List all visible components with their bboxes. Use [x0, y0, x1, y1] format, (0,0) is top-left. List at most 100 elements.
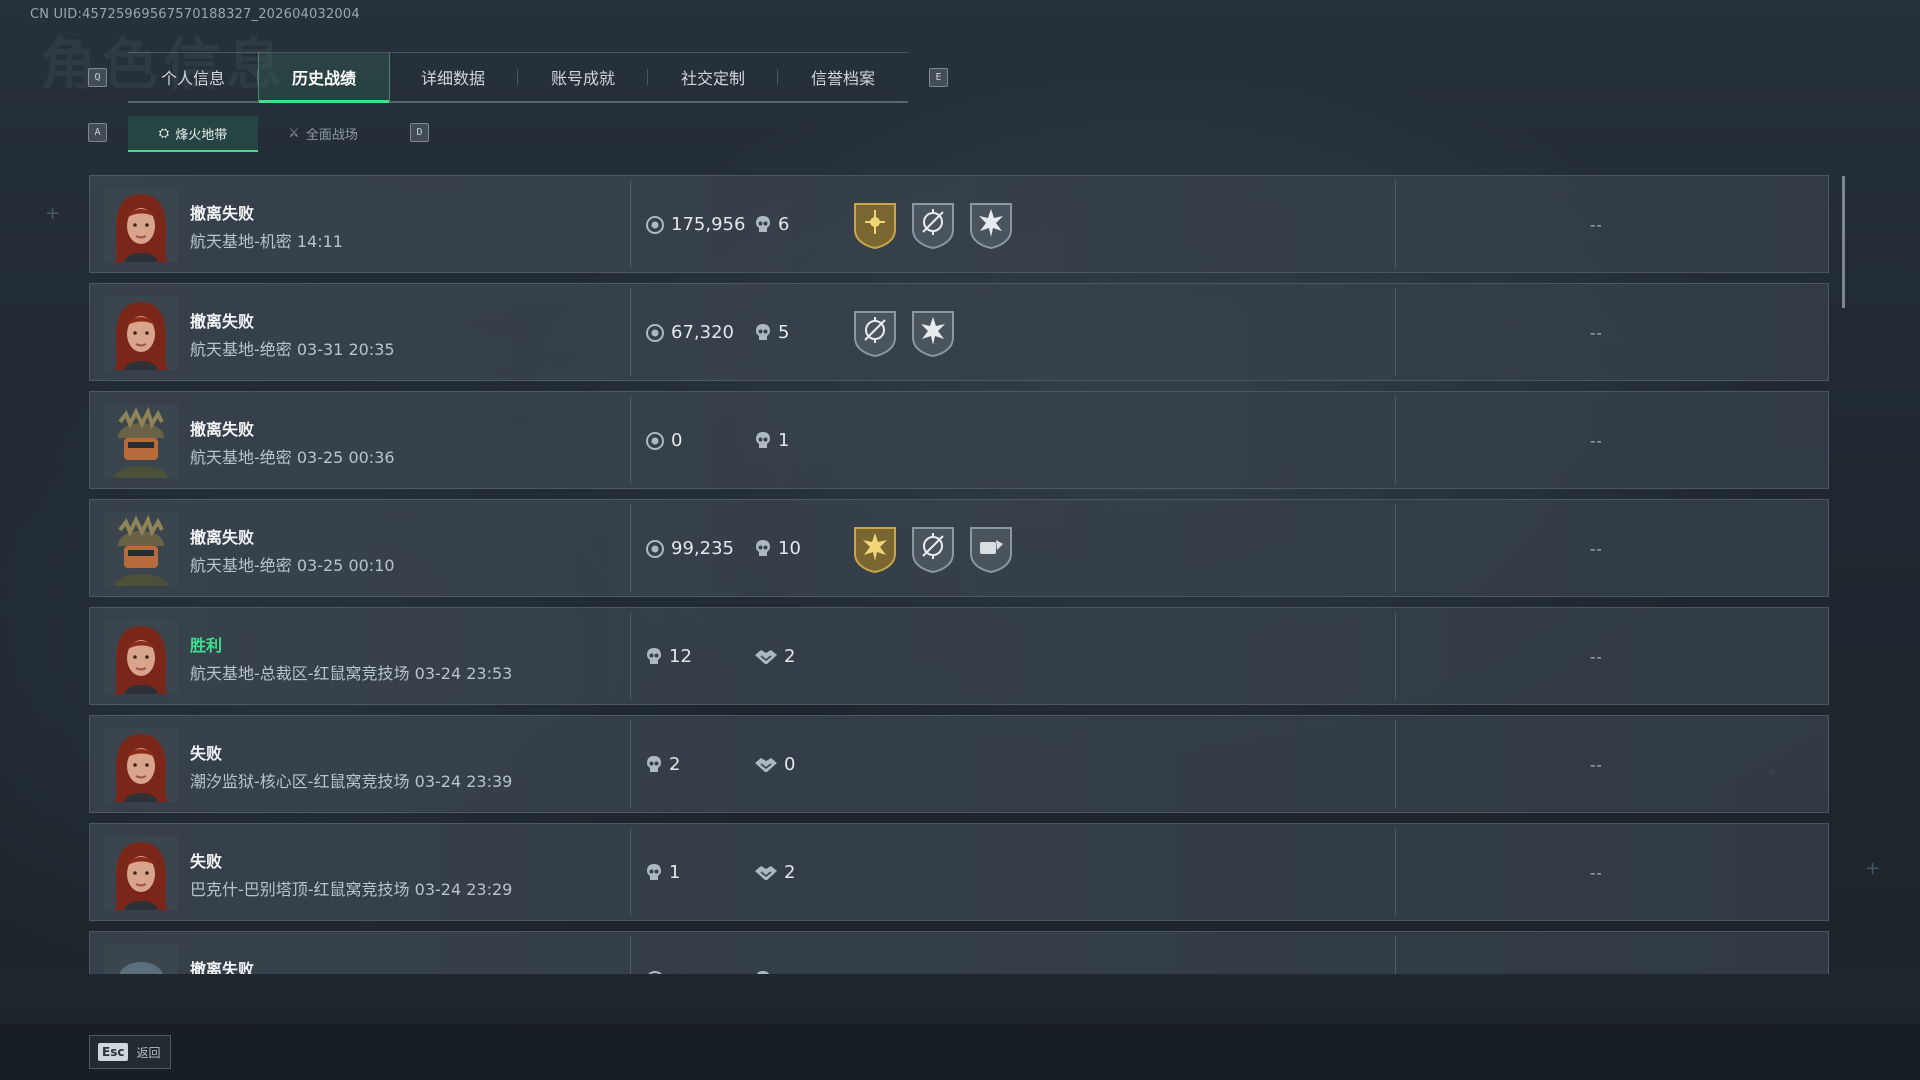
match-stat-secondary: 2: [754, 862, 795, 883]
match-map-time: 航天基地-机密 14:11: [190, 232, 343, 251]
match-stat-primary: 175,956: [645, 214, 745, 235]
avatar-helmet-soldier: [104, 512, 178, 586]
match-row[interactable]: 失败 潮汐监狱-核心区-红鼠窝竞技场 03-24 23:39 2 0 --: [89, 715, 1829, 813]
footer-bar: [0, 1024, 1920, 1080]
kill-icon: [645, 863, 663, 883]
money-icon: [645, 539, 665, 559]
avatar-female-red-hair: [104, 188, 178, 262]
match-stat-secondary: 2: [754, 646, 795, 667]
match-row[interactable]: 胜利航天基地-总裁区-红鼠窝竞技场 03-24 23:53 12 2 --: [89, 607, 1829, 705]
medal-badges: [851, 308, 957, 358]
kill-icon: [754, 323, 772, 343]
tab-social-custom[interactable]: 社交定制: [648, 53, 778, 101]
back-button[interactable]: Esc 返回: [89, 1035, 171, 1069]
match-extra-info: --: [1590, 216, 1603, 234]
list-scrollbar[interactable]: [1842, 176, 1845, 308]
stat-value: 1: [778, 430, 790, 451]
avatar-female-red-hair: [104, 728, 178, 802]
stat-value: 2: [784, 646, 796, 667]
column-divider: [1395, 720, 1396, 808]
tab-personal-info[interactable]: 个人信息: [128, 53, 258, 101]
avatar-female-red-hair: [104, 836, 178, 910]
column-divider: [1395, 504, 1396, 592]
match-stat-secondary: 5: [754, 322, 789, 343]
stat-value: 6: [778, 214, 790, 235]
medal-badges: [851, 524, 1015, 574]
match-result: 撤离失败: [190, 420, 255, 439]
column-divider: [630, 180, 631, 268]
tab-credit-profile[interactable]: 信誉档案: [778, 53, 908, 101]
crosshair-badge-icon[interactable]: [909, 524, 957, 574]
kill-icon: [645, 755, 663, 775]
match-result: 失败: [190, 744, 223, 763]
tab-achievements[interactable]: 账号成就: [518, 53, 648, 101]
column-divider: [1395, 396, 1396, 484]
avatar-female-red-hair: [104, 620, 178, 694]
assist-icon: [754, 756, 778, 774]
stat-value: 10: [778, 538, 801, 559]
gold-emblem-icon[interactable]: [851, 200, 899, 250]
match-row[interactable]: 撤离失败 航天基地-机密 14:11 175,956 6 --: [89, 175, 1829, 273]
match-stat-primary: 99,235: [645, 538, 734, 559]
back-label: 返回: [136, 1045, 161, 1060]
medal-badges: [851, 200, 1015, 250]
star-burst-badge-icon[interactable]: [909, 308, 957, 358]
crosshair-badge-icon[interactable]: [909, 200, 957, 250]
tab-label: 详细数据: [420, 69, 485, 88]
match-map-time: 巴克什-巴别塔顶-红鼠窝竞技场 03-24 23:29: [190, 880, 513, 899]
match-stat-secondary: 1: [754, 430, 789, 451]
column-divider: [1395, 936, 1396, 975]
tab-match-history[interactable]: 历史战绩: [258, 53, 390, 103]
match-stat-primary: 1: [645, 862, 680, 883]
stat-value: 5: [778, 322, 790, 343]
kill-icon: [754, 539, 772, 559]
tab-detailed-data[interactable]: 详细数据: [388, 53, 518, 101]
subtab-label: 全面战场: [305, 127, 358, 143]
column-divider: [1395, 288, 1396, 376]
match-stat-secondary: 0: [754, 754, 795, 775]
avatar-helmet-soldier: [104, 404, 178, 478]
subtab-warfare[interactable]: ⚔ 全面战场: [258, 116, 388, 150]
stat-value: 2: [784, 862, 796, 883]
match-map-time: 航天基地-总裁区-红鼠窝竞技场 03-24 23:53: [190, 664, 513, 683]
next-subtab-key[interactable]: D: [410, 123, 429, 142]
match-stat-primary: 12: [645, 646, 692, 667]
tab-label: 个人信息: [160, 69, 225, 88]
kill-icon: [645, 647, 663, 667]
match-extra-info: --: [1590, 432, 1603, 450]
gold-star-burst-badge-icon[interactable]: [851, 524, 899, 574]
column-divider: [1395, 828, 1396, 916]
tab-label: 账号成就: [550, 69, 615, 88]
stat-value: 99,235: [671, 538, 734, 559]
match-result: 胜利: [190, 636, 223, 655]
stat-value: 0: [784, 754, 796, 775]
match-stat-secondary: 6: [754, 214, 789, 235]
next-tab-key[interactable]: E: [929, 68, 948, 87]
column-divider: [630, 504, 631, 592]
match-row[interactable]: 撤离失败: [89, 931, 1829, 975]
match-extra-info: --: [1590, 756, 1603, 774]
money-icon: [645, 215, 665, 235]
avatar-helmet-blue: [104, 944, 178, 975]
match-row[interactable]: 撤离失败 航天基地-绝密 03-25 00:36 0 1 --: [89, 391, 1829, 489]
stat-value: 175,956: [671, 214, 746, 235]
crosshair-badge-icon[interactable]: [851, 308, 899, 358]
prev-tab-key[interactable]: Q: [88, 68, 107, 87]
tab-label: 社交定制: [680, 69, 745, 88]
tab-label: 信誉档案: [810, 69, 875, 88]
match-result: 撤离失败: [190, 312, 255, 331]
star-burst-badge-icon[interactable]: [967, 200, 1015, 250]
stat-value: 12: [669, 646, 692, 667]
match-row[interactable]: 失败 巴克什-巴别塔顶-红鼠窝竞技场 03-24 23:29 1 2 --: [89, 823, 1829, 921]
match-row[interactable]: 撤离失败 航天基地-绝密 03-31 20:35 67,320 5 --: [89, 283, 1829, 381]
match-extra-info: --: [1590, 648, 1603, 666]
prev-subtab-key[interactable]: A: [88, 123, 107, 142]
subtab-operations[interactable]: ⛭ 烽火地带: [128, 116, 258, 152]
loot-badge-icon[interactable]: [967, 524, 1015, 574]
stat-value: 2: [669, 754, 681, 775]
column-divider: [630, 612, 631, 700]
decor-plus: +: [45, 203, 61, 224]
match-row[interactable]: 撤离失败 航天基地-绝密 03-25 00:10 99,235 10 --: [89, 499, 1829, 597]
match-stat-primary: 67,320: [645, 322, 734, 343]
operations-mode-icon: ⛭: [158, 125, 170, 141]
